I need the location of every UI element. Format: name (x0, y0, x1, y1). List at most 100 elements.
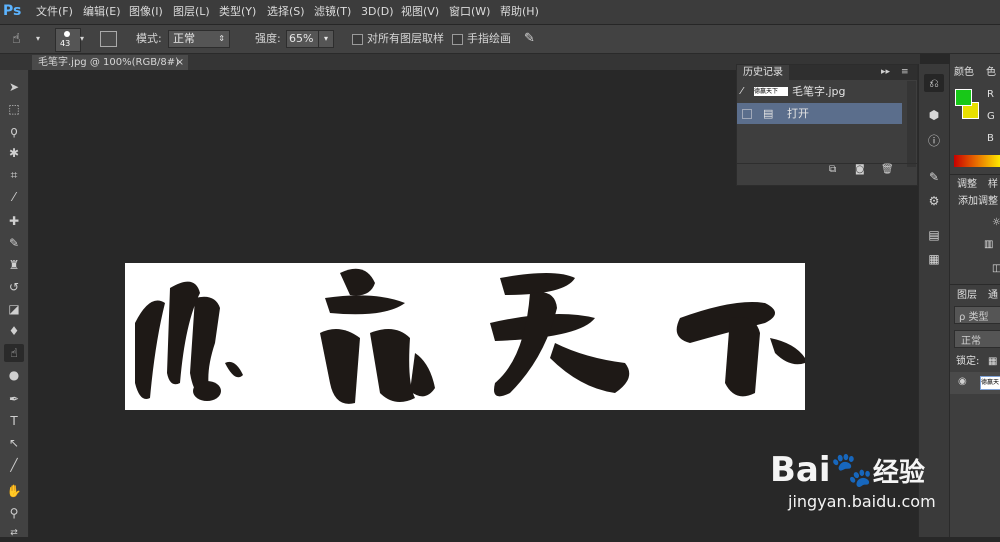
foreground-color-swatch[interactable] (955, 89, 972, 106)
layer-kind-filter[interactable]: ρ 类型 (954, 306, 1000, 324)
add-adjustment-label: 添加调整 (958, 196, 998, 207)
new-document-from-state-icon[interactable]: ⧉ (829, 164, 836, 175)
hand-tool-icon[interactable]: ✋ (4, 482, 24, 500)
swap-colors-icon[interactable]: ⇄ (4, 524, 24, 542)
watermark-url: jingyan.baidu.com (788, 492, 936, 511)
blend-mode-select[interactable]: 正常 (954, 330, 1000, 348)
menu-window[interactable]: 窗口(W) (449, 0, 490, 24)
menu-layer[interactable]: 图层(L) (173, 0, 210, 24)
strength-label: 强度: (255, 32, 281, 45)
eraser-tool-icon[interactable]: ◪ (4, 300, 24, 318)
clone-stamp-tool-icon[interactable]: ♜ (4, 256, 24, 274)
history-scrollbar[interactable] (907, 81, 916, 167)
3d-panel-icon[interactable]: ⬢ (924, 106, 944, 124)
baidu-brand-text: Bai (770, 450, 831, 490)
styles-tab[interactable]: 样 (988, 178, 998, 192)
red-channel-label: R (987, 89, 994, 100)
lasso-tool-icon[interactable]: ϙ (4, 122, 24, 140)
history-tab[interactable]: 历史记录 (737, 65, 789, 80)
pressure-brush-icon[interactable]: ✎ (524, 25, 535, 53)
history-brush-tool-icon[interactable]: ↺ (4, 278, 24, 296)
pen-tool-icon[interactable]: ✒ (4, 390, 24, 408)
paw-logo-icon: 🐾 (830, 450, 873, 490)
levels-icon[interactable]: ▥ (984, 238, 993, 252)
dodge-tool-icon[interactable]: ● (4, 366, 24, 384)
menu-image[interactable]: 图像(I) (129, 0, 163, 24)
history-panel-icon[interactable]: ⎌ (924, 74, 944, 92)
healing-brush-tool-icon[interactable]: ✚ (4, 212, 24, 230)
magic-wand-tool-icon[interactable]: ✱ (4, 144, 24, 162)
notes-icon[interactable]: ▦ (924, 250, 944, 268)
info-icon[interactable]: ⓘ (924, 132, 944, 150)
options-bar: ☝ ▾ 43 ▾ 模式: 正常 ⇕ 强度: 65% ▾ 对所有图层取样 手指绘画… (0, 25, 1000, 54)
mode-value: 正常 (173, 32, 195, 45)
menu-type[interactable]: 类型(Y) (219, 0, 256, 24)
history-step-row[interactable]: ▤ 打开 (737, 103, 902, 124)
move-tool-icon[interactable]: ➤ (4, 78, 24, 96)
layers-tab[interactable]: 图层 (957, 289, 977, 303)
swatches-tab[interactable]: 色 (986, 66, 996, 80)
lock-pixels-icon[interactable]: ▦ (988, 355, 997, 369)
finger-paint-label: 手指绘画 (467, 32, 511, 45)
properties-icon[interactable]: ⚙ (924, 192, 944, 210)
marquee-tool-icon[interactable]: ⬚ (4, 100, 24, 118)
strength-dropdown-icon[interactable]: ▾ (318, 30, 334, 48)
history-panel: 历史记录 ▸▸ ≡ ⁄ 德赢天下 毛笔字.jpg ▤ 打开 ⧉ ◙ 🗑 (736, 64, 918, 186)
brush-tool-icon[interactable]: ✎ (4, 234, 24, 252)
history-brush-source-icon[interactable]: ⁄ (741, 81, 743, 102)
eyedropper-tool-icon[interactable]: ⁄ (4, 188, 24, 206)
close-tab-icon[interactable]: × (176, 55, 184, 70)
collapse-panel-icon[interactable]: ▸▸ (881, 65, 890, 80)
strength-input[interactable]: 65% (286, 30, 320, 48)
menu-select[interactable]: 选择(S) (267, 0, 305, 24)
color-spectrum-bar[interactable] (954, 155, 1000, 167)
chevron-updown-icon: ⇕ (218, 34, 225, 43)
layer-kind-label: ρ 类型 (959, 312, 989, 323)
brush-preset-picker[interactable]: 43 (55, 28, 81, 52)
document-tab[interactable]: 毛笔字.jpg @ 100%(RGB/8#) × (32, 55, 188, 70)
menu-view[interactable]: 视图(V) (401, 0, 439, 24)
history-snapshot-row[interactable]: ⁄ 德赢天下 毛笔字.jpg (737, 81, 902, 102)
curves-icon[interactable]: ◫ (992, 262, 1000, 276)
trash-icon[interactable]: 🗑 (881, 164, 894, 175)
zoom-tool-icon[interactable]: ⚲ (4, 504, 24, 522)
lock-label: 锁定: (956, 356, 980, 367)
history-step-label: 打开 (787, 107, 809, 120)
history-source-checkbox[interactable] (742, 109, 752, 119)
brightness-contrast-icon[interactable]: ☼ (992, 216, 1000, 230)
mode-select[interactable]: 正常 ⇕ (168, 30, 230, 48)
eye-visibility-icon[interactable]: ◉ (958, 376, 967, 387)
layer-thumbnail: 德赢天下 (980, 376, 1000, 390)
document-tab-title: 毛笔字.jpg @ 100%(RGB/8#) (38, 57, 180, 68)
menu-3d[interactable]: 3D(D) (361, 0, 394, 24)
layer-row[interactable]: ◉ 德赢天下 (950, 372, 1000, 394)
brush-panel-icon[interactable]: ✎ (924, 168, 944, 186)
path-selection-tool-icon[interactable]: ↖ (4, 434, 24, 452)
document-canvas[interactable] (125, 263, 805, 410)
smudge-tool-icon[interactable]: ☝ (4, 344, 24, 362)
finger-paint-checkbox[interactable] (452, 34, 463, 45)
line-tool-icon[interactable]: ╱ (4, 456, 24, 474)
smudge-tool-icon[interactable]: ☝ (12, 25, 21, 53)
paragraph-panel-icon[interactable]: ▤ (924, 226, 944, 244)
menu-file[interactable]: 文件(F) (36, 0, 73, 24)
tool-preset-chevron-icon[interactable]: ▾ (36, 25, 40, 53)
brush-panel-toggle-icon[interactable] (100, 31, 117, 47)
sample-all-layers-checkbox[interactable] (352, 34, 363, 45)
brush-picker-chevron-icon[interactable]: ▾ (80, 25, 84, 53)
menu-help[interactable]: 帮助(H) (500, 0, 539, 24)
channels-tab[interactable]: 通 (988, 289, 998, 303)
menu-edit[interactable]: 编辑(E) (83, 0, 121, 24)
menu-filter[interactable]: 滤镜(T) (314, 0, 351, 24)
blend-mode-value: 正常 (961, 336, 981, 347)
brush-tip-icon (64, 31, 70, 37)
history-footer: ⧉ ◙ 🗑 (737, 163, 917, 179)
document-open-icon: ▤ (763, 107, 774, 120)
adjustments-tab[interactable]: 调整 (957, 178, 977, 192)
panel-menu-icon[interactable]: ≡ (901, 65, 909, 80)
type-tool-icon[interactable]: T (4, 412, 24, 430)
camera-snapshot-icon[interactable]: ◙ (855, 164, 865, 175)
color-tab[interactable]: 颜色 (954, 66, 974, 80)
paint-bucket-tool-icon[interactable]: ♦ (4, 322, 24, 340)
crop-tool-icon[interactable]: ⌗ (4, 166, 24, 184)
